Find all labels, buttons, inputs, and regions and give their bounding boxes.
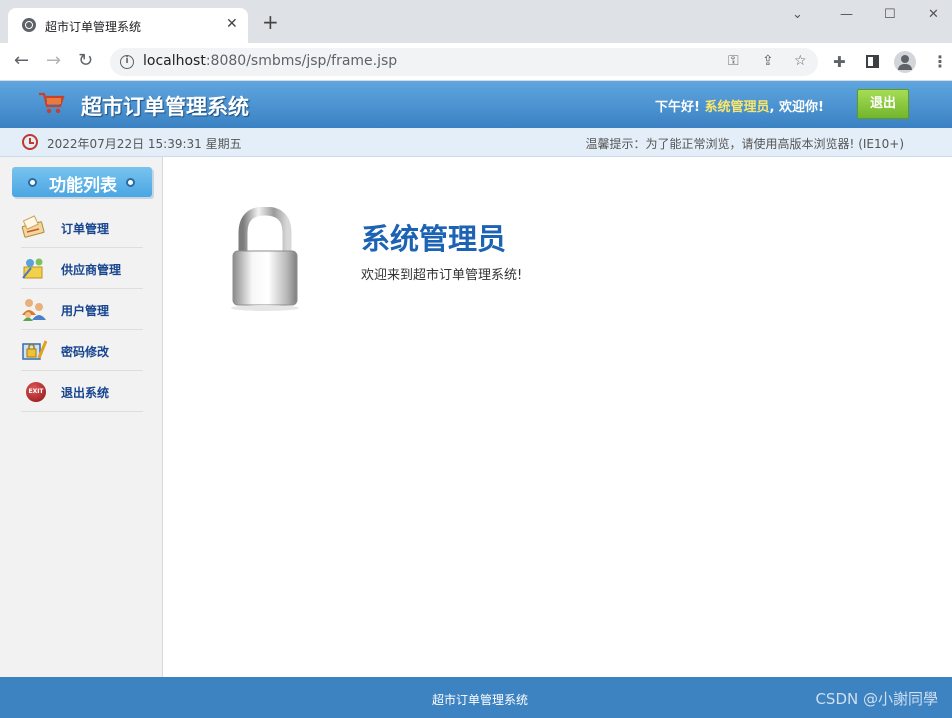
minimize-icon[interactable]: — xyxy=(840,6,853,24)
sidebar-item-users[interactable]: 用户管理 xyxy=(21,289,143,330)
sidebar: 功能列表 订单管理 供应商管理 用户管理 密码修改 EXIT 退出系统 xyxy=(0,157,163,677)
share-icon[interactable]: ⇪ xyxy=(762,53,774,69)
sidebar-item-orders[interactable]: 订单管理 xyxy=(21,207,143,248)
footer-text: 超市订单管理系统 xyxy=(431,693,528,707)
users-icon xyxy=(22,299,46,321)
username: 系统管理员 xyxy=(704,100,770,115)
browser-toolbar: ← → ↻ i localhost:8080/smbms/jsp/frame.j… xyxy=(0,43,952,81)
browser-tabstrip: 超市订单管理系统 ✕ + ⌄ — ☐ ✕ xyxy=(0,0,952,43)
shopping-cart-icon xyxy=(39,92,65,114)
sidebar-item-password[interactable]: 密码修改 xyxy=(21,330,143,371)
tab-title: 超市订单管理系统 xyxy=(45,20,142,34)
forward-arrow-icon[interactable]: → xyxy=(46,51,61,71)
exit-icon: EXIT xyxy=(26,382,46,402)
greeting-text: 下午好! 系统管理员, 欢迎你! xyxy=(655,100,824,115)
order-icon xyxy=(21,215,45,238)
info-bar: 2022年07月22日 15:39:31 星期五 温馨提示：为了能正常浏览，请使… xyxy=(0,128,952,157)
browser-menu-icon[interactable]: ⋮ xyxy=(932,53,948,71)
sidebar-item-label: 退出系统 xyxy=(61,386,110,400)
logout-button[interactable]: 退出 xyxy=(857,89,909,119)
tab-close-icon[interactable]: ✕ xyxy=(226,16,238,32)
function-menu: 订单管理 供应商管理 用户管理 密码修改 EXIT 退出系统 xyxy=(21,207,143,412)
sidebar-item-label: 密码修改 xyxy=(61,345,110,359)
extensions-puzzle-icon[interactable]: ✚ xyxy=(833,54,846,70)
url-text[interactable]: localhost:8080/smbms/jsp/frame.jsp xyxy=(143,53,397,69)
globe-icon xyxy=(22,18,36,32)
key-icon[interactable]: ⚿ xyxy=(728,53,739,69)
footer: 超市订单管理系统 CSDN @小謝同學 xyxy=(0,677,952,718)
browser-tab[interactable]: 超市订单管理系统 ✕ xyxy=(8,8,248,43)
new-tab-icon[interactable]: + xyxy=(262,12,279,32)
function-list-title: 功能列表 xyxy=(49,176,117,196)
app-title: 超市订单管理系统 xyxy=(81,95,249,119)
bookmark-star-icon[interactable]: ☆ xyxy=(794,53,807,69)
profile-avatar-icon[interactable] xyxy=(894,51,916,73)
window-close-icon[interactable]: ✕ xyxy=(928,6,939,24)
sidebar-item-label: 用户管理 xyxy=(61,304,110,318)
lock-icon xyxy=(231,207,299,311)
side-panel-icon[interactable] xyxy=(866,55,879,68)
sidebar-item-suppliers[interactable]: 供应商管理 xyxy=(21,248,143,289)
sidebar-item-exit[interactable]: EXIT 退出系统 xyxy=(21,371,143,412)
bullet-icon xyxy=(28,178,37,187)
function-list-header: 功能列表 xyxy=(12,167,152,197)
site-info-icon[interactable]: i xyxy=(120,55,134,69)
clock-icon xyxy=(22,134,38,150)
maximize-icon[interactable]: ☐ xyxy=(884,6,896,24)
page-title: 系统管理员 xyxy=(361,222,507,256)
sidebar-item-label: 供应商管理 xyxy=(61,263,122,277)
address-bar[interactable]: i localhost:8080/smbms/jsp/frame.jsp ⚿ ⇪… xyxy=(110,48,818,76)
bullet-icon xyxy=(126,178,135,187)
browser-tip-text: 温馨提示：为了能正常浏览，请使用高版本浏览器! (IE10+) xyxy=(585,137,904,151)
app-header: 超市订单管理系统 下午好! 系统管理员, 欢迎你! 退出 xyxy=(0,81,952,128)
welcome-text: 欢迎来到超市订单管理系统! xyxy=(361,268,523,283)
sidebar-item-label: 订单管理 xyxy=(61,222,110,236)
datetime-text: 2022年07月22日 15:39:31 星期五 xyxy=(47,137,242,151)
reload-icon[interactable]: ↻ xyxy=(78,51,93,71)
supplier-icon xyxy=(22,258,43,279)
watermark-text: CSDN @小謝同學 xyxy=(815,690,938,708)
back-arrow-icon[interactable]: ← xyxy=(14,51,29,71)
tab-search-chevron-icon[interactable]: ⌄ xyxy=(792,6,803,24)
password-icon xyxy=(22,340,47,360)
